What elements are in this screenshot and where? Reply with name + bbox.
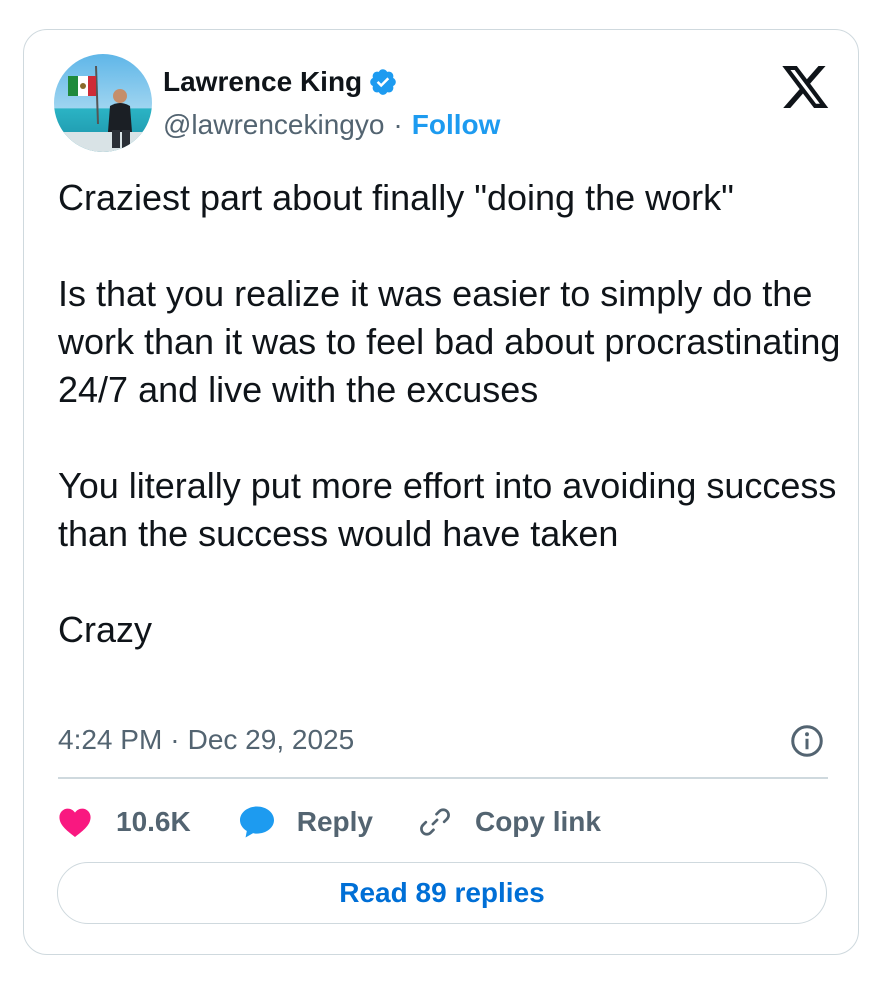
link-icon: [417, 804, 453, 840]
divider: [58, 777, 828, 779]
copy-link-label: Copy link: [474, 806, 601, 837]
tweet-paragraph: Is that you realize it was easier to sim…: [58, 273, 851, 410]
copy-link-button[interactable]: Copy link: [417, 804, 601, 840]
tweet-paragraph: You literally put more effort into avoid…: [58, 465, 847, 554]
author-name-row: Lawrence King: [163, 64, 398, 100]
tweet-time: 4:24 PM: [58, 724, 163, 755]
read-replies-label: Read 89 replies: [339, 877, 545, 908]
tweet-date: Dec 29, 2025: [187, 724, 355, 755]
tweet-text: Craziest part about finally "doing the w…: [58, 174, 848, 654]
tweet-paragraph: Crazy: [58, 609, 153, 650]
read-replies-button[interactable]: Read 89 replies: [57, 862, 827, 924]
author-handle[interactable]: @lawrencekingyo: [163, 109, 384, 141]
action-bar: 10.6K Reply Copy link: [58, 800, 601, 844]
like-count: 10.6K: [116, 806, 191, 837]
tweet-card: Lawrence King @lawrencekingyo · Follow C…: [23, 29, 859, 955]
separator-dot: ·: [170, 724, 180, 755]
heart-icon: [58, 806, 92, 838]
author-name[interactable]: Lawrence King: [163, 66, 362, 98]
info-icon[interactable]: [789, 723, 825, 759]
tweet-paragraph: Craziest part about finally "doing the w…: [58, 177, 734, 218]
separator-dot: ·: [393, 109, 403, 140]
speech-bubble-icon: [237, 805, 277, 839]
x-logo-icon[interactable]: [782, 66, 830, 110]
profile-photo: [54, 54, 152, 152]
reply-button[interactable]: Reply: [237, 805, 373, 839]
follow-button[interactable]: Follow: [412, 109, 501, 141]
verified-badge-icon: [368, 67, 398, 97]
reply-label: Reply: [296, 806, 373, 837]
like-button[interactable]: 10.6K: [58, 806, 191, 838]
tweet-timestamp[interactable]: 4:24 PM · Dec 29, 2025: [58, 721, 354, 759]
handle-row: @lawrencekingyo · Follow: [163, 108, 500, 142]
avatar[interactable]: [54, 54, 152, 152]
